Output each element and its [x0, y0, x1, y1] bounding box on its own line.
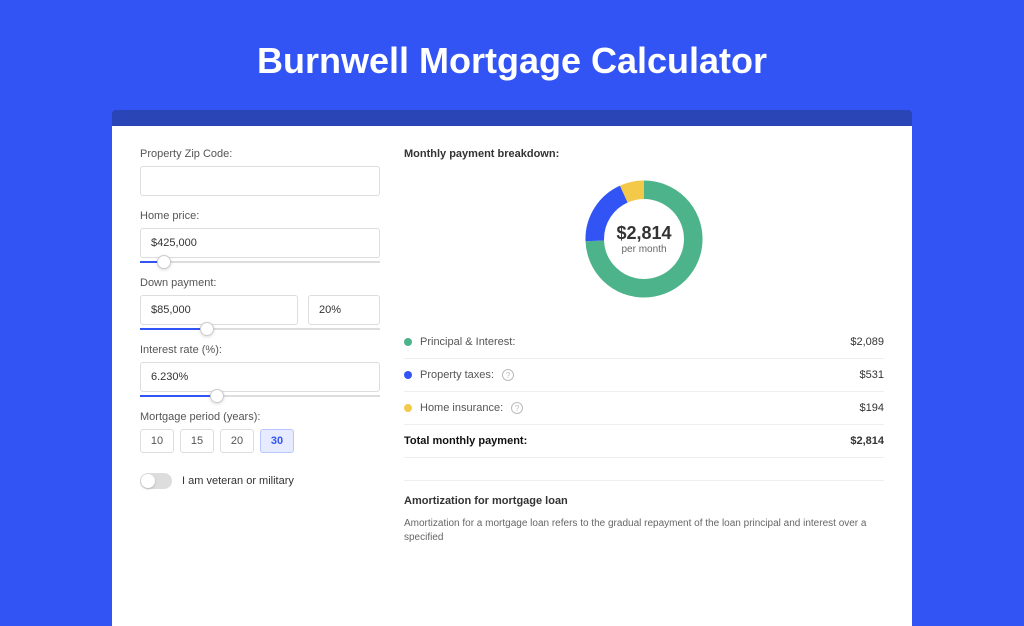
home-price-slider[interactable]	[140, 261, 380, 263]
donut-sub: per month	[616, 244, 671, 255]
legend-list: Principal & Interest: $2,089 Property taxe…	[404, 326, 884, 425]
veteran-label: I am veteran or military	[182, 475, 294, 487]
legend-value: $531	[860, 369, 884, 381]
interest-label: Interest rate (%):	[140, 344, 380, 356]
interest-input[interactable]	[140, 362, 380, 392]
breakdown-title: Monthly payment breakdown:	[404, 148, 884, 160]
period-button-10[interactable]: 10	[140, 429, 174, 453]
period-button-30[interactable]: 30	[260, 429, 294, 453]
info-icon[interactable]: ?	[502, 369, 514, 381]
donut-amount: $2,814	[616, 223, 671, 244]
breakdown-donut: $2,814 per month	[579, 174, 709, 304]
legend-value: $194	[860, 402, 884, 414]
home-price-label: Home price:	[140, 210, 380, 222]
legend-dot	[404, 404, 412, 412]
total-label: Total monthly payment:	[404, 435, 527, 447]
calculator-card: Property Zip Code: Home price: Down paym…	[112, 126, 912, 626]
amortization-section: Amortization for mortgage loan Amortizat…	[404, 480, 884, 545]
period-button-20[interactable]: 20	[220, 429, 254, 453]
period-button-15[interactable]: 15	[180, 429, 214, 453]
down-payment-label: Down payment:	[140, 277, 380, 289]
legend-row: Property taxes:? $531	[404, 359, 884, 392]
period-label: Mortgage period (years):	[140, 411, 380, 423]
home-price-input[interactable]	[140, 228, 380, 258]
legend-label: Property taxes:	[420, 369, 494, 381]
legend-dot	[404, 338, 412, 346]
interest-slider[interactable]	[140, 395, 380, 397]
amort-title: Amortization for mortgage loan	[404, 495, 884, 507]
down-payment-input[interactable]	[140, 295, 298, 325]
amort-text: Amortization for a mortgage loan refers …	[404, 517, 884, 545]
veteran-toggle[interactable]	[140, 473, 172, 489]
legend-value: $2,089	[850, 336, 884, 348]
info-icon[interactable]: ?	[511, 402, 523, 414]
breakdown-panel: Monthly payment breakdown: $2,814 per mo…	[404, 148, 884, 604]
total-value: $2,814	[850, 435, 884, 447]
legend-dot	[404, 371, 412, 379]
page-title: Burnwell Mortgage Calculator	[0, 40, 1024, 82]
legend-label: Principal & Interest:	[420, 336, 515, 348]
zip-input[interactable]	[140, 166, 380, 196]
period-buttons: 10152030	[140, 429, 380, 453]
zip-label: Property Zip Code:	[140, 148, 380, 160]
down-payment-slider[interactable]	[140, 328, 380, 330]
legend-total: Total monthly payment: $2,814	[404, 425, 884, 458]
legend-row: Home insurance:? $194	[404, 392, 884, 425]
legend-row: Principal & Interest: $2,089	[404, 326, 884, 359]
down-payment-pct-input[interactable]	[308, 295, 380, 325]
form-panel: Property Zip Code: Home price: Down paym…	[140, 148, 380, 604]
legend-label: Home insurance:	[420, 402, 503, 414]
card-wrapper: Property Zip Code: Home price: Down paym…	[112, 110, 912, 626]
